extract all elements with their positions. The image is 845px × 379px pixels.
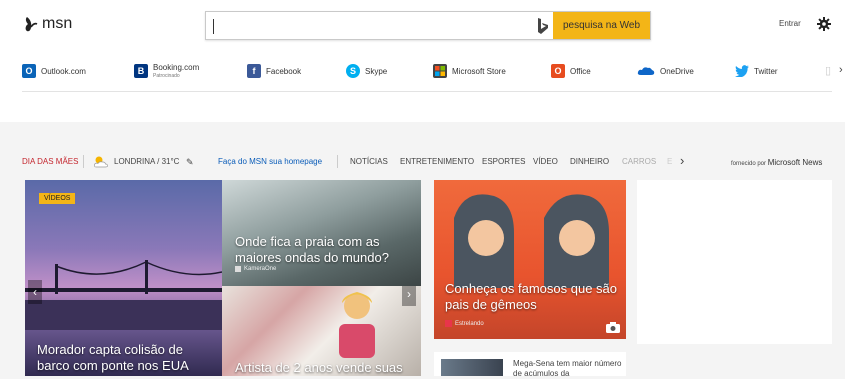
powered-prefix: fornecido por [731,161,767,167]
homepage-link[interactable]: Faça do MSN sua homepage [218,157,322,166]
twins-source: Estrelando [455,320,484,327]
link-label: Facebook [266,66,302,76]
twins-image [454,194,609,288]
web-search-button[interactable]: pesquisa na Web [553,12,650,39]
carousel-prev-button[interactable]: ‹ [28,280,42,304]
link-microsoft-store[interactable]: Microsoft Store [433,64,506,78]
news-card[interactable]: Mega-Sena tem maior número de acúmulos d… [434,352,626,379]
divider [337,155,338,168]
bridge-image [25,260,222,330]
onedrive-icon [637,64,655,78]
hero-tile[interactable]: VÍDEOS ‹ Morador capta colisão de barco … [25,180,222,376]
nav-item-noticias[interactable]: NOTÍCIAS [350,157,388,166]
nav-item-video[interactable]: VÍDEO [533,157,558,166]
carousel-next-button[interactable]: › [402,286,416,306]
hero-title[interactable]: Morador capta colisão de barco com ponte… [37,342,217,374]
divider [22,91,832,92]
news-thumbnail [441,359,503,376]
nav-item-dinheiro[interactable]: DINHEIRO [570,157,609,166]
twitter-icon [735,64,749,78]
video-badge: VÍDEOS [39,193,76,204]
link-label: Outlook.com [41,66,86,76]
beach-tile[interactable]: Onde fica a praia com as maiores ondas d… [222,180,421,286]
msn-logo[interactable]: msn [24,15,72,33]
twins-tile[interactable]: Conheça os famosos que são pais de gêmeo… [434,180,626,339]
special-link[interactable]: DIA DAS MÃES [22,157,78,166]
weather-location[interactable]: LONDRINA / 31°C [114,157,179,166]
source-logo-icon [235,266,241,272]
artist-title[interactable]: Artista de 2 anos vende suas [235,360,415,376]
facebook-icon: f [247,64,261,78]
link-twitter[interactable]: Twitter [735,64,778,78]
link-booking[interactable]: B Booking.com Patrocinado [134,63,199,79]
office-icon: O [551,64,565,78]
pencil-icon[interactable]: ✎ [186,157,194,168]
skype-icon: S [346,64,360,78]
text-cursor [213,19,214,34]
link-label: OneDrive [660,66,694,76]
category-nav: DIA DAS MÃES LONDRINA / 31°C ✎ Faça do M… [0,152,845,172]
chevron-right-icon[interactable]: › [839,64,843,76]
header-bar: msn pesquisa na Web Entrar O Outlook.com… [0,0,845,122]
child-image [339,292,375,358]
divider [83,155,84,168]
bing-icon[interactable] [536,17,549,35]
link-outlook[interactable]: O Outlook.com [22,64,86,78]
link-label: Skype [365,66,388,76]
link-facebook[interactable]: f Facebook [247,64,301,78]
gear-icon[interactable] [817,17,831,31]
link-label: Microsoft Store [452,66,506,76]
link-label: Twitter [754,66,778,76]
link-label: Booking.com [153,63,200,72]
link-skype[interactable]: S Skype [346,64,387,78]
overflow-link-icon[interactable]: ▯ [825,64,831,77]
nav-item-esportes[interactable]: ESPORTES [482,157,525,166]
powered-brand[interactable]: Microsoft News [768,158,823,167]
link-onedrive[interactable]: OneDrive [637,64,694,78]
ad-placeholder [637,180,832,344]
outlook-icon: O [22,64,36,78]
weather-sun-cloud-icon [94,156,108,168]
logo-text: msn [42,15,73,32]
search-box[interactable]: pesquisa na Web [205,11,651,40]
sponsored-label: Patrocinado [153,73,180,79]
nav-item-entretenimento[interactable]: ENTRETENIMENTO [400,157,474,166]
twins-title[interactable]: Conheça os famosos que são pais de gêmeo… [445,281,621,313]
link-label: Office [570,66,591,76]
microsoft-store-icon [433,64,447,78]
beach-title[interactable]: Onde fica a praia com as maiores ondas d… [235,234,415,266]
artist-tile[interactable]: › Artista de 2 anos vende suas [222,286,421,376]
news-card-text[interactable]: Mega-Sena tem maior número de acúmulos d… [513,359,626,379]
camera-icon [606,322,620,333]
link-office[interactable]: O Office [551,64,591,78]
nav-item-carros[interactable]: CARROS [622,157,656,166]
booking-icon: B [134,64,148,78]
msn-butterfly-icon [25,17,38,32]
chevron-right-icon[interactable]: › [680,153,684,168]
source-logo-icon [445,320,452,327]
signin-link[interactable]: Entrar [779,19,801,28]
quick-links-bar: O Outlook.com B Booking.com Patrocinado … [22,63,845,86]
nav-item-truncated[interactable]: E [667,157,672,166]
beach-source: KameraOne [244,266,277,272]
